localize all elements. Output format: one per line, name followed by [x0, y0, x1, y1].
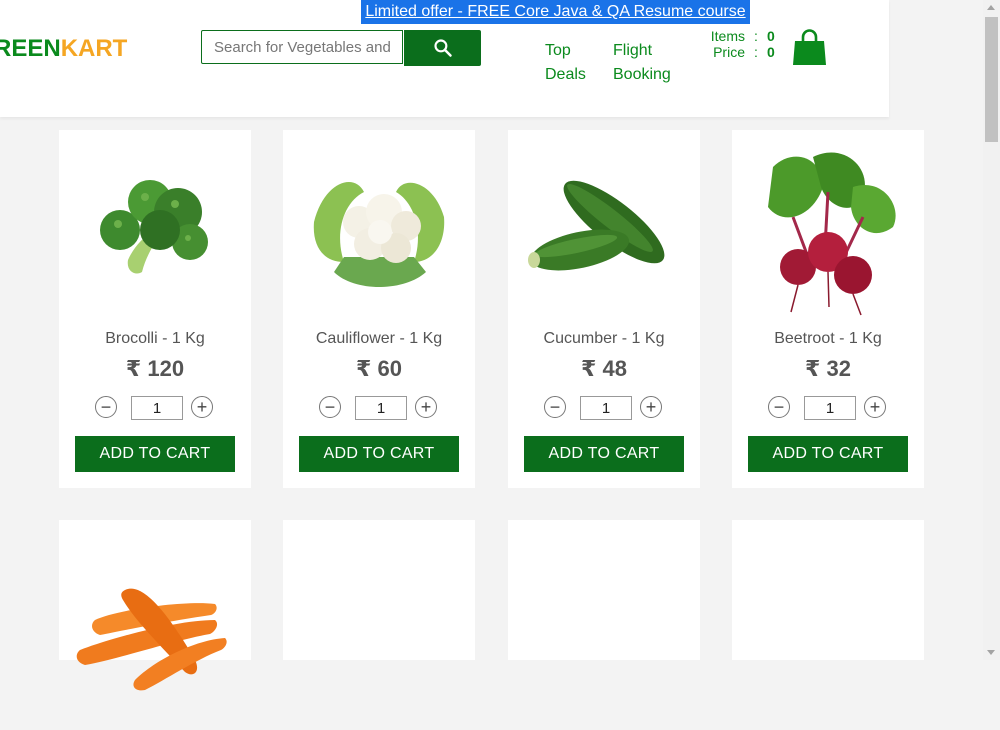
nav-flight-booking-line2: Booking: [613, 66, 671, 83]
cart-price-separator: :: [754, 44, 758, 60]
product-price: ₹ 60: [356, 356, 402, 381]
brand-logo-green: REEN: [0, 35, 61, 62]
broccoli-image: [75, 142, 235, 322]
product-card: Cucumber - 1 Kg ₹ 48 − + ADD TO CART: [508, 130, 700, 488]
scrollbar-thumb[interactable]: [985, 17, 998, 142]
cart-items-label: Items: [710, 28, 745, 44]
search-input[interactable]: [201, 30, 403, 64]
offer-banner-link[interactable]: Limited offer - FREE Core Java & QA Resu…: [361, 0, 750, 24]
page-scrollbar[interactable]: [983, 0, 1000, 660]
product-price: ₹ 48: [581, 356, 627, 381]
product-card: [283, 520, 475, 660]
add-to-cart-button[interactable]: ADD TO CART: [524, 436, 684, 472]
nav-flight-booking-line1: Flight: [613, 42, 653, 59]
decrement-button[interactable]: −: [95, 396, 117, 418]
decrement-button[interactable]: −: [544, 396, 566, 418]
quantity-stepper: − +: [544, 396, 664, 420]
quantity-stepper: − +: [768, 396, 888, 420]
cart-price-label: Price: [713, 44, 745, 60]
product-card: Cauliflower - 1 Kg ₹ 60 − + ADD TO CART: [283, 130, 475, 488]
cart-price-value: 0: [767, 44, 775, 60]
quantity-input[interactable]: [804, 396, 856, 420]
brand-logo-orange: KART: [60, 35, 128, 62]
nav-top-deals[interactable]: Top Deals: [545, 39, 586, 87]
scroll-down-arrow-icon[interactable]: [987, 650, 995, 655]
quantity-stepper: − +: [95, 396, 215, 420]
increment-button[interactable]: +: [191, 396, 213, 418]
cart-bag-icon[interactable]: [793, 29, 826, 71]
product-name: Cucumber - 1 Kg: [543, 330, 665, 347]
quantity-input[interactable]: [355, 396, 407, 420]
brand-logo[interactable]: REENKART: [0, 35, 127, 63]
product-card: [508, 520, 700, 660]
product-name: Brocolli - 1 Kg: [105, 330, 205, 347]
product-price: ₹ 32: [805, 356, 851, 381]
product-card: Beetroot - 1 Kg ₹ 32 − + ADD TO CART: [732, 130, 924, 488]
product-name: Cauliflower - 1 Kg: [315, 330, 443, 347]
product-card: [59, 520, 251, 691]
cart-items-separator: :: [754, 28, 758, 44]
decrement-button[interactable]: −: [319, 396, 341, 418]
cart-items-count: 0: [767, 28, 775, 44]
increment-button[interactable]: +: [864, 396, 886, 418]
search-button[interactable]: [404, 30, 481, 66]
cauliflower-image: [299, 142, 459, 322]
nav-flight-booking[interactable]: Flight Booking: [613, 39, 671, 87]
carrot-image: [75, 550, 235, 730]
add-to-cart-button[interactable]: ADD TO CART: [75, 436, 235, 472]
increment-button[interactable]: +: [640, 396, 662, 418]
cucumber-image: [524, 142, 684, 322]
nav-top-deals-line1: Top: [545, 42, 571, 59]
quantity-stepper: − +: [319, 396, 439, 420]
product-price: ₹ 120: [125, 356, 185, 381]
scroll-up-arrow-icon[interactable]: [987, 5, 995, 10]
product-card: Brocolli - 1 Kg ₹ 120 − + ADD TO CART: [59, 130, 251, 488]
quantity-input[interactable]: [131, 396, 183, 420]
site-header: Limited offer - FREE Core Java & QA Resu…: [0, 0, 889, 117]
cart-summary: Items : 0 Price : 0: [700, 28, 775, 60]
product-name: Beetroot - 1 Kg: [774, 330, 882, 347]
decrement-button[interactable]: −: [768, 396, 790, 418]
add-to-cart-button[interactable]: ADD TO CART: [748, 436, 908, 472]
search-icon: [433, 39, 452, 57]
add-to-cart-button[interactable]: ADD TO CART: [299, 436, 459, 472]
beetroot-image: [748, 142, 908, 322]
product-card: [732, 520, 924, 660]
nav-top-deals-line2: Deals: [545, 66, 586, 83]
increment-button[interactable]: +: [415, 396, 437, 418]
quantity-input[interactable]: [580, 396, 632, 420]
